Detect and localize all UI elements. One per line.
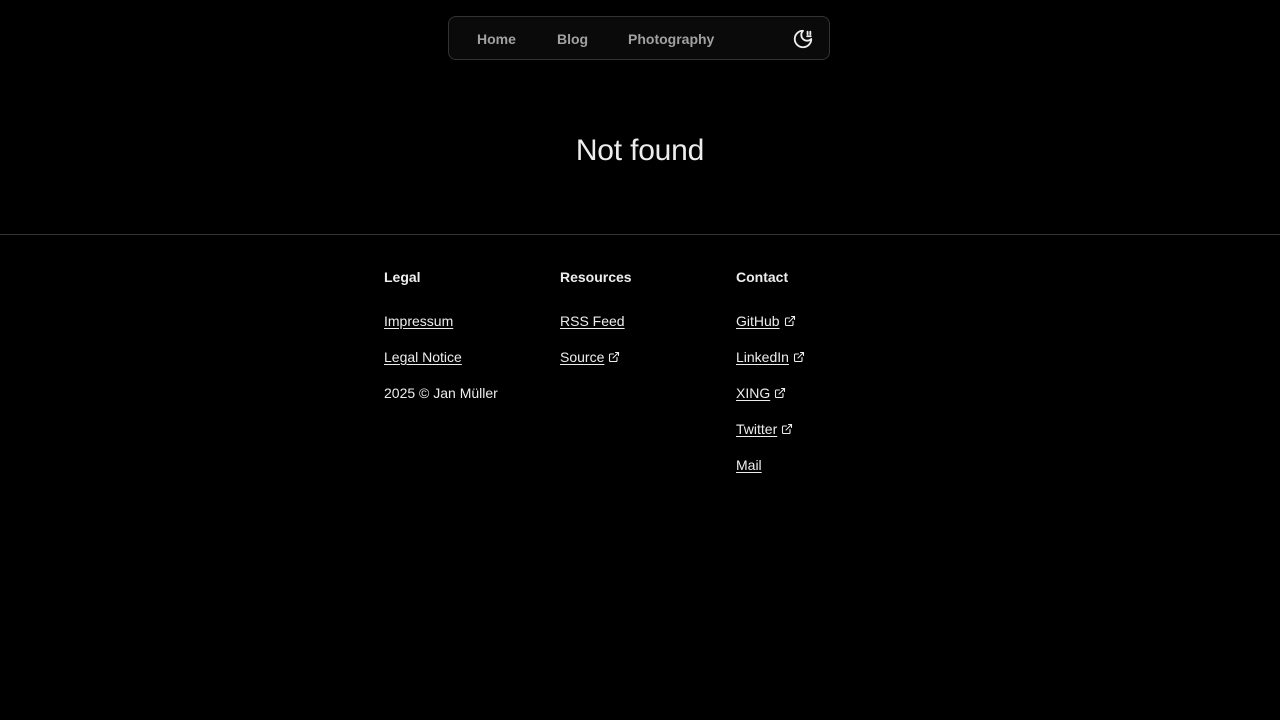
external-link-icon — [775, 387, 786, 399]
main-navigation: Home Blog Photography — [448, 16, 830, 60]
external-link-icon — [793, 351, 804, 363]
footer-link-source[interactable]: Source — [560, 349, 620, 365]
footer-column-contact: Contact GitHub LinkedIn XING Twitter Mai… — [736, 268, 805, 492]
theme-toggle-button[interactable] — [792, 28, 814, 50]
footer-heading-contact: Contact — [736, 269, 789, 285]
footer-link-github-label: GitHub — [736, 313, 780, 329]
nav-link-photography[interactable]: Photography — [628, 31, 714, 47]
footer-link-linkedin-label: LinkedIn — [736, 349, 789, 365]
footer-link-twitter-label: Twitter — [736, 421, 778, 437]
nav-link-home[interactable]: Home — [477, 31, 516, 47]
footer-link-impressum[interactable]: Impressum — [384, 313, 453, 329]
footer-link-mail[interactable]: Mail — [736, 457, 762, 473]
footer-link-xing-label: XING — [736, 385, 771, 401]
copyright-text: 2025 © Jan Müller — [384, 385, 498, 401]
footer-heading-resources: Resources — [560, 269, 632, 285]
footer-column-legal: Legal Impressum Legal Notice 2025 © Jan … — [384, 268, 498, 420]
footer-link-legal-notice[interactable]: Legal Notice — [384, 349, 462, 365]
external-link-icon — [784, 315, 795, 327]
external-link-icon — [782, 423, 793, 435]
footer-link-github[interactable]: GitHub — [736, 313, 796, 329]
footer-heading-legal: Legal — [384, 269, 421, 285]
nav-link-blog[interactable]: Blog — [557, 31, 588, 47]
external-link-icon — [609, 351, 620, 363]
moon-stars-icon — [793, 29, 813, 49]
footer-link-rss-feed[interactable]: RSS Feed — [560, 313, 625, 329]
page-title: Not found — [575, 134, 705, 167]
footer-link-xing[interactable]: XING — [736, 385, 786, 401]
footer-link-source-label: Source — [560, 349, 605, 365]
footer-link-twitter[interactable]: Twitter — [736, 421, 793, 437]
footer-link-linkedin[interactable]: LinkedIn — [736, 349, 805, 365]
footer-divider — [0, 234, 1280, 235]
footer-column-resources: Resources RSS Feed Source — [560, 268, 632, 384]
